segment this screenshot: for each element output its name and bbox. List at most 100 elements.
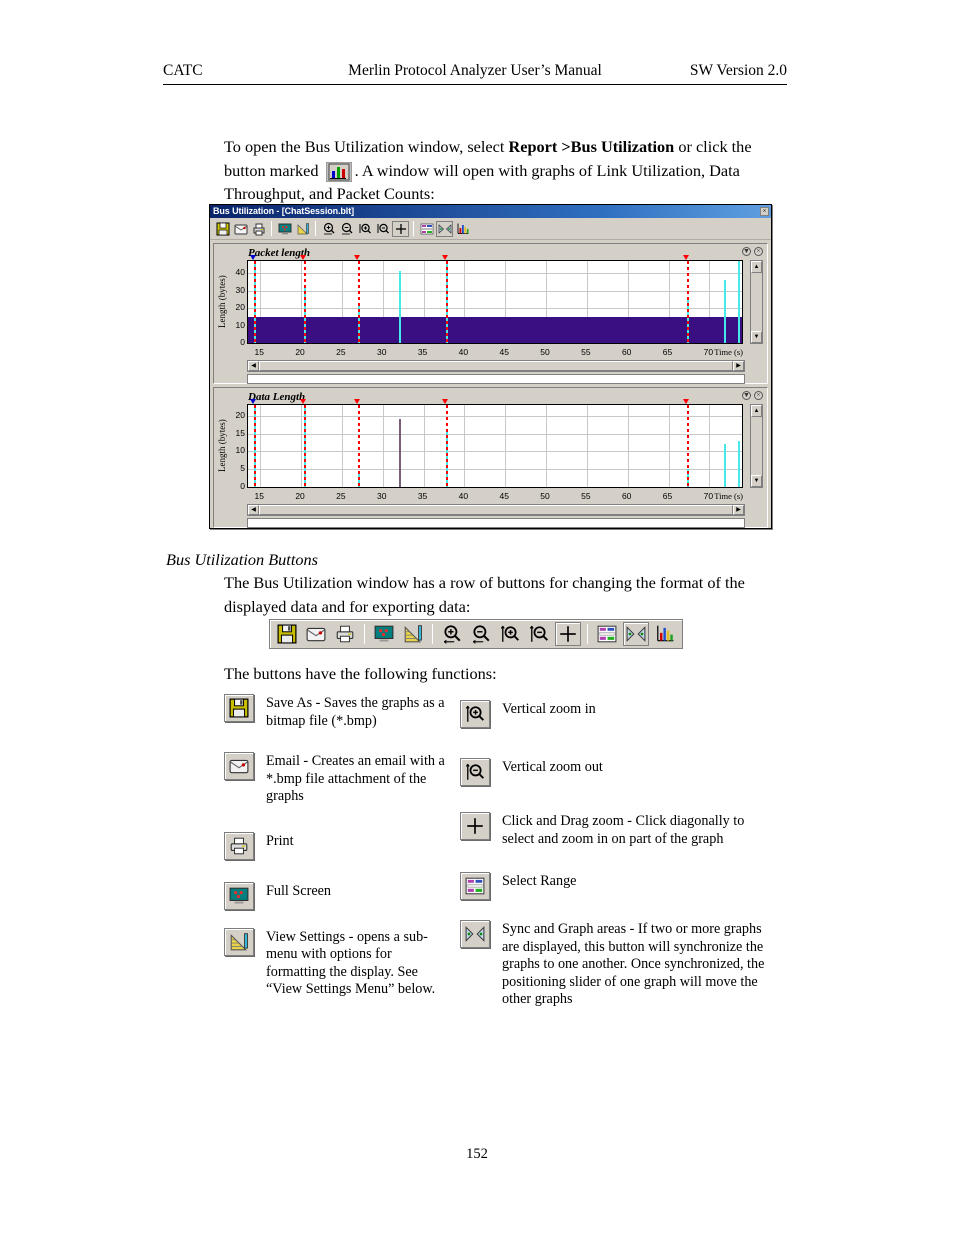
toolbar-separator	[315, 221, 316, 236]
view-settings-button[interactable]	[224, 927, 254, 956]
scroll-down-icon[interactable]: ▼	[751, 475, 762, 487]
graph-panel-packet-length[interactable]: Packet length ▼ × Length (bytes) 0 10 20 30…	[213, 243, 768, 384]
marker-line[interactable]	[687, 405, 690, 487]
scroll-right-icon[interactable]: ▶	[733, 505, 744, 515]
vertical-zoom-out-button[interactable]	[374, 220, 391, 237]
marker-line[interactable]	[446, 261, 449, 343]
marker-line[interactable]	[446, 405, 449, 487]
menu-path-bold: Report >Bus Utilization	[508, 137, 675, 156]
window-toolbar[interactable]	[210, 218, 771, 240]
marker-handle[interactable]	[683, 399, 690, 404]
marker-handle[interactable]	[442, 399, 449, 404]
function-description: Sync and Graph areas - If two or more gr…	[502, 921, 765, 1007]
click-drag-zoom-button[interactable]	[392, 220, 409, 237]
zoom-out-button[interactable]	[468, 622, 494, 646]
view-settings-button[interactable]	[294, 220, 311, 237]
email-button[interactable]	[224, 752, 254, 780]
panel-controls[interactable]: ▼ ×	[742, 247, 763, 256]
plot-area[interactable]	[247, 260, 743, 344]
close-icon[interactable]: ×	[754, 247, 763, 256]
function-row-print: Print	[224, 831, 454, 860]
marker-line[interactable]	[687, 261, 690, 343]
email-button[interactable]	[232, 220, 249, 237]
scroll-right-icon[interactable]: ▶	[733, 361, 744, 371]
marker-handle[interactable]	[354, 255, 361, 260]
plot-area[interactable]	[247, 404, 743, 488]
sync-and-graph-areas-button[interactable]	[460, 920, 490, 948]
sync-graphs-button[interactable]	[623, 622, 649, 646]
select-range-button[interactable]	[418, 220, 435, 237]
save-as-button[interactable]	[274, 622, 300, 646]
scroll-left-icon[interactable]: ◀	[248, 361, 259, 371]
close-icon[interactable]: ×	[754, 391, 763, 400]
collapse-icon[interactable]: ▼	[742, 391, 751, 400]
vertical-zoom-in-button[interactable]	[497, 622, 523, 646]
y-axis-ticks: 0 10 20 30 40	[226, 260, 246, 347]
marker-handle[interactable]	[300, 399, 307, 404]
scroll-down-icon[interactable]: ▼	[751, 331, 762, 343]
x-tick-label: 20	[295, 491, 305, 501]
printer-icon	[230, 837, 248, 854]
graph-areas-button[interactable]	[652, 622, 678, 646]
full-screen-button[interactable]	[224, 881, 254, 910]
graph-areas-button[interactable]	[454, 220, 471, 237]
vertical-zoom-in-button[interactable]	[460, 700, 490, 728]
y-tick-label: 0	[240, 481, 245, 491]
full-screen-button[interactable]	[276, 220, 293, 237]
plus-crosshair-icon	[560, 626, 576, 642]
zoom-in-button[interactable]	[320, 220, 337, 237]
marker-line[interactable]	[253, 261, 256, 343]
graph-panel-data-length[interactable]: Data Length ▼ × Length (bytes) 0 5 10 15 20 …	[213, 387, 768, 528]
bus-utilization-window[interactable]: Bus Utilization - [ChatSession.blt] × Pa…	[209, 204, 772, 529]
sync-graphs-button[interactable]	[436, 220, 453, 237]
zoom-in-button[interactable]	[439, 622, 465, 646]
print-button[interactable]	[224, 831, 254, 860]
collapse-icon[interactable]: ▼	[742, 247, 751, 256]
envelope-icon	[306, 627, 326, 642]
marker-handle[interactable]	[249, 399, 256, 404]
scroll-up-icon[interactable]: ▲	[751, 261, 762, 273]
marker-handle[interactable]	[300, 255, 307, 260]
marker-line[interactable]	[304, 405, 307, 487]
scrollbar-thumb[interactable]	[259, 505, 733, 515]
x-tick-label: 70	[703, 491, 714, 501]
scrollbar-thumb[interactable]	[259, 361, 733, 371]
full-screen-button[interactable]	[371, 622, 397, 646]
functions-intro-paragraph: The buttons have the following functions…	[224, 664, 497, 683]
close-icon[interactable]: ×	[760, 207, 769, 216]
select-range-button[interactable]	[460, 872, 490, 900]
marker-line[interactable]	[358, 261, 361, 343]
vertical-zoom-out-button[interactable]	[526, 622, 552, 646]
marker-handle[interactable]	[249, 255, 256, 260]
vertical-zoom-in-button[interactable]	[356, 220, 373, 237]
print-button[interactable]	[250, 220, 267, 237]
marker-line[interactable]	[304, 261, 307, 343]
function-row-vertical-zoom-in: Vertical zoom in	[460, 700, 780, 728]
click-drag-zoom-button[interactable]	[555, 622, 581, 646]
bus-utilization-button-strip[interactable]	[269, 619, 683, 649]
x-axis-ticks: 15 20 25 30 35 40 45 50 55 60 65 70	[247, 347, 743, 359]
view-settings-button[interactable]	[400, 622, 426, 646]
marker-line[interactable]	[358, 405, 361, 487]
panel-controls[interactable]: ▼ ×	[742, 391, 763, 400]
save-as-button[interactable]	[214, 220, 231, 237]
vertical-scrollbar[interactable]: ▲ ▼	[750, 404, 763, 488]
select-range-button[interactable]	[594, 622, 620, 646]
marker-handle[interactable]	[683, 255, 690, 260]
zoom-out-button[interactable]	[338, 220, 355, 237]
scroll-left-icon[interactable]: ◀	[248, 505, 259, 515]
print-button[interactable]	[332, 622, 358, 646]
marker-handle[interactable]	[442, 255, 449, 260]
vertical-zoom-out-button[interactable]	[460, 758, 490, 786]
x-tick-label: 15	[254, 491, 264, 501]
vertical-scrollbar[interactable]: ▲ ▼	[750, 260, 763, 344]
horizontal-scrollbar[interactable]: ◀ ▶	[247, 504, 745, 516]
click-drag-zoom-button[interactable]	[460, 812, 490, 840]
email-button[interactable]	[303, 622, 329, 646]
marker-handle[interactable]	[354, 399, 361, 404]
x-tick-label: 60	[621, 491, 632, 501]
save-as-button[interactable]	[224, 694, 254, 722]
scroll-up-icon[interactable]: ▲	[751, 405, 762, 417]
horizontal-scrollbar[interactable]: ◀ ▶	[247, 360, 745, 372]
marker-line[interactable]	[253, 405, 256, 487]
